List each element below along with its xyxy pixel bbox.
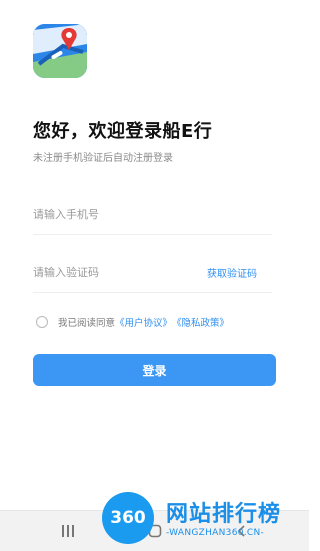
privacy-policy-link[interactable]: 《隐私政策》 [172, 315, 229, 329]
agreement-prefix: 我已阅读同意 [58, 318, 116, 329]
page-subtitle: 未注册手机验证后自动注册登录 [33, 153, 173, 164]
login-button[interactable]: 登录 [33, 354, 276, 386]
map-logo-icon [33, 24, 87, 78]
watermark-domain: -WANGZHAN360.CN- [166, 528, 265, 538]
page-title: 您好，欢迎登录船E行 [33, 121, 213, 142]
watermark-badge: 360 [102, 492, 154, 544]
watermark: 360 网站排行榜 -WANGZHAN360.CN- [98, 486, 309, 550]
phone-field [33, 198, 272, 235]
watermark-title: 网站排行榜 [166, 502, 282, 527]
get-code-button[interactable]: 获取验证码 [207, 265, 257, 280]
user-agreement-link[interactable]: 《用户协议》 [115, 315, 172, 329]
app-logo [33, 24, 87, 78]
code-field: 获取验证码 [33, 256, 272, 293]
recent-apps-icon[interactable] [58, 521, 78, 541]
phone-input[interactable] [33, 204, 203, 224]
agreement-checkbox[interactable] [36, 316, 48, 328]
verification-code-input[interactable] [33, 262, 203, 282]
agreement-row: 我已阅读同意 《用户协议》 《隐私政策》 [36, 314, 229, 330]
